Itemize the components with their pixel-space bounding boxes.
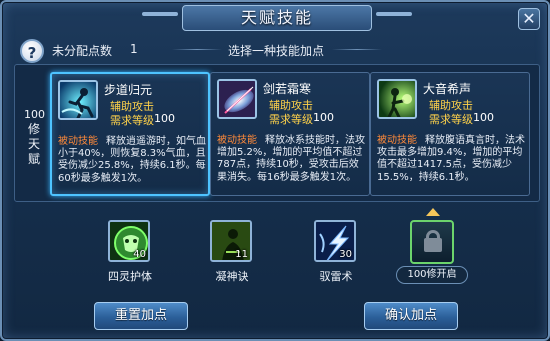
talent-name: 剑若霜寒 bbox=[263, 82, 312, 96]
talent-description: 被动技能 释放冰系技能时，法攻增加5.2%，增加的平均值不超过787点，持续10秒… bbox=[217, 135, 367, 184]
unallocated-points-count: 1 bbox=[130, 42, 138, 56]
talent-description: 被动技能 释放腹语真言时，法术攻击最多增加9.4%，增加的平均值不超过1417.5… bbox=[377, 135, 527, 184]
talent-req-value: 100 bbox=[154, 112, 175, 125]
talent-skill-window: 天赋技能 ✕ ? 未分配点数 1 选择一种技能加点 100 修 天 赋 步道归元… bbox=[0, 0, 550, 341]
passive-tag: 被动技能 bbox=[217, 135, 257, 146]
lightning-icon: 30 bbox=[314, 220, 356, 262]
skill-level-count: 40 bbox=[133, 249, 146, 260]
help-icon[interactable]: ? bbox=[20, 39, 44, 63]
talent-req-label: 需求等级 bbox=[110, 114, 154, 127]
talent-name: 步道归元 bbox=[104, 83, 153, 97]
title-ornament-left bbox=[142, 12, 178, 16]
passive-tag: 被动技能 bbox=[377, 135, 417, 146]
hint-divider-left bbox=[172, 49, 222, 50]
skill-ningShenJue[interactable]: 11 凝神诀 bbox=[202, 220, 262, 283]
skill-level-count: 30 bbox=[339, 249, 352, 260]
talent-card-daYinXiSheng[interactable]: 大音希声 辅助攻击 需求等级 100 被动技能 释放腹语真言时，法术攻击最多增加9… bbox=[370, 72, 530, 196]
talent-name: 大音希声 bbox=[423, 82, 472, 96]
skill-name: 驭雷术 bbox=[319, 270, 353, 283]
talent-req-value: 100 bbox=[313, 111, 334, 124]
talent-card-jianRuoShuangHan[interactable]: 剑若霜寒 辅助攻击 需求等级 100 被动技能 释放冰系技能时，法攻增加5.2%，… bbox=[210, 72, 370, 196]
guardian-mask-icon: 40 bbox=[108, 220, 150, 262]
tier-char: 修 bbox=[27, 122, 40, 136]
skill-yuLeiShu[interactable]: 30 驭雷术 bbox=[306, 220, 366, 283]
locked-slot-label: 100修开启 bbox=[396, 266, 468, 284]
title-ornament-right bbox=[376, 12, 412, 16]
focus-monk-icon: 11 bbox=[210, 220, 252, 262]
up-arrow-icon bbox=[426, 208, 440, 216]
tier-level: 100 bbox=[24, 108, 45, 121]
passive-tag: 被动技能 bbox=[58, 136, 98, 147]
frost-sword-icon bbox=[217, 79, 257, 119]
hint-divider-right bbox=[332, 49, 382, 50]
runner-icon bbox=[58, 80, 98, 120]
skill-siLingHuTi[interactable]: 40 四灵护体 bbox=[100, 220, 160, 283]
tier-char: 天 bbox=[27, 137, 40, 151]
close-icon[interactable]: ✕ bbox=[518, 8, 540, 30]
talent-req-label: 需求等级 bbox=[429, 113, 473, 126]
skill-name: 四灵护体 bbox=[108, 270, 152, 283]
locked-skill-slot[interactable]: 100修开启 bbox=[396, 208, 468, 286]
lock-icon bbox=[410, 220, 454, 264]
tier-char: 赋 bbox=[27, 152, 40, 166]
tier-label: 100 修 天 赋 bbox=[24, 108, 45, 167]
talent-req-label: 需求等级 bbox=[269, 113, 313, 126]
skill-level-count: 11 bbox=[235, 249, 248, 260]
talent-description: 被动技能 释放逍遥游时，如气血小于40%，则恢复8.3%气血，且受伤减少25.8%… bbox=[58, 136, 208, 185]
selection-hint: 选择一种技能加点 bbox=[228, 44, 325, 58]
confirm-points-button[interactable]: 确认加点 bbox=[364, 302, 458, 330]
reset-points-button[interactable]: 重置加点 bbox=[94, 302, 188, 330]
meditation-icon bbox=[377, 79, 417, 119]
skill-name: 凝神诀 bbox=[215, 270, 249, 283]
unallocated-points-label: 未分配点数 bbox=[52, 44, 113, 58]
talent-req-value: 100 bbox=[473, 111, 494, 124]
window-title: 天赋技能 bbox=[182, 5, 372, 31]
talent-card-buDaoGuiYuan[interactable]: 步道归元 辅助攻击 需求等级 100 被动技能 释放逍遥游时，如气血小于40%，则… bbox=[50, 72, 210, 196]
